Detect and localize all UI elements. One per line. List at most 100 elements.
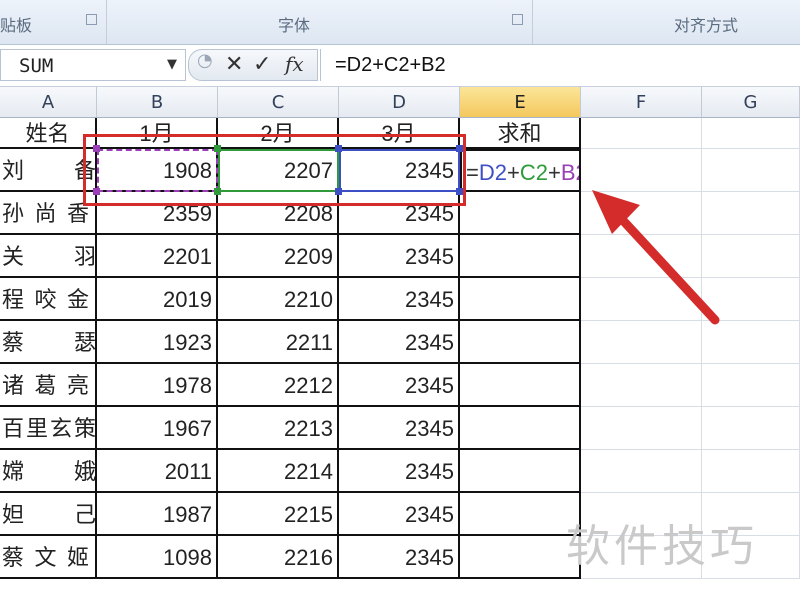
cell-value[interactable]: 2345 — [339, 493, 460, 536]
cell-value[interactable]: 1978 — [97, 364, 218, 407]
cancel-icon[interactable]: ✕ — [225, 52, 243, 77]
watermark: 软件技巧 — [566, 521, 758, 572]
cell-value[interactable]: 2345 — [339, 536, 460, 579]
resize-handle-icon[interactable] — [214, 188, 221, 195]
formula-part: = — [466, 160, 479, 185]
cell-sum[interactable] — [460, 364, 581, 407]
cell-value[interactable]: 2213 — [218, 407, 339, 450]
cell-header-jan[interactable]: 1月 — [97, 118, 218, 149]
cell-empty[interactable] — [581, 407, 702, 450]
cell-value[interactable]: 2214 — [218, 450, 339, 493]
cell-value[interactable]: 2201 — [97, 235, 218, 278]
resize-handle-icon[interactable] — [456, 145, 463, 152]
cell-name[interactable]: 百里玄策 — [0, 407, 97, 450]
cell-sum[interactable] — [460, 493, 581, 536]
cell-empty[interactable] — [702, 450, 800, 493]
cell-value[interactable]: 2210 — [218, 278, 339, 321]
cell-value[interactable]: 2216 — [218, 536, 339, 579]
resize-handle-icon[interactable] — [93, 188, 100, 195]
cell-empty[interactable] — [702, 192, 800, 235]
cell-value[interactable]: 2359 — [97, 192, 218, 235]
cell-empty[interactable] — [702, 278, 800, 321]
cell-value[interactable]: 2019 — [97, 278, 218, 321]
cell-empty[interactable] — [702, 149, 800, 192]
cell-value[interactable]: 1987 — [97, 493, 218, 536]
column-header-f[interactable]: F — [581, 87, 702, 118]
cell-value[interactable]: 2212 — [218, 364, 339, 407]
column-header-b[interactable]: B — [97, 87, 218, 118]
column-header-g[interactable]: G — [702, 87, 800, 118]
cell-empty[interactable] — [581, 118, 702, 149]
resize-handle-icon[interactable] — [456, 188, 463, 195]
cell-value[interactable]: 2345 — [339, 407, 460, 450]
cell-empty[interactable] — [702, 321, 800, 364]
cell-name[interactable]: 妲 己 — [0, 493, 97, 536]
resize-handle-icon[interactable] — [335, 145, 342, 152]
cell-name[interactable]: 蔡 瑟 — [0, 321, 97, 364]
cell-value[interactable]: 2345 — [339, 278, 460, 321]
cell-name[interactable]: 程咬金 — [0, 278, 97, 321]
name-box[interactable]: SUM ▼ — [0, 49, 186, 81]
cell-header-feb[interactable]: 2月 — [218, 118, 339, 149]
column-header-e[interactable]: E — [460, 87, 581, 118]
cell-empty[interactable] — [702, 235, 800, 278]
cell-empty[interactable] — [581, 235, 702, 278]
cell-value[interactable]: 2207 — [218, 149, 339, 192]
cell-value[interactable]: 2211 — [218, 321, 339, 364]
cell-sum[interactable] — [460, 321, 581, 364]
resize-handle-icon[interactable] — [335, 188, 342, 195]
cell-value[interactable]: 1098 — [97, 536, 218, 579]
cell-value[interactable]: 1923 — [97, 321, 218, 364]
cell-empty[interactable] — [581, 321, 702, 364]
cell-name[interactable]: 嫦 娥 — [0, 450, 97, 493]
cell-value[interactable]: 2345 — [339, 450, 460, 493]
formula-input[interactable] — [320, 49, 800, 81]
cell-value[interactable]: 2208 — [218, 192, 339, 235]
formula-tools: ◔ ✕ ✓ fx — [188, 49, 318, 81]
cell-name[interactable]: 刘 备 — [0, 149, 97, 192]
cell-header-name[interactable]: 姓名 — [0, 118, 97, 149]
cell-empty[interactable] — [581, 192, 702, 235]
cell-value[interactable]: 2345 — [339, 235, 460, 278]
cell-name[interactable]: 诸葛亮 — [0, 364, 97, 407]
dialog-launcher-icon[interactable] — [86, 14, 97, 25]
cell-name[interactable]: 孙尚香 — [0, 192, 97, 235]
formula-part: + — [506, 160, 520, 185]
column-header-c[interactable]: C — [218, 87, 339, 118]
cell-value[interactable]: 2011 — [97, 450, 218, 493]
enter-icon[interactable]: ✓ — [253, 52, 271, 77]
cell-value[interactable]: 2345 — [339, 192, 460, 235]
cell-sum[interactable] — [460, 235, 581, 278]
chevron-down-icon[interactable]: ▼ — [167, 57, 177, 72]
cell-value[interactable]: 2345 — [339, 364, 460, 407]
cell-sum[interactable] — [460, 407, 581, 450]
cell-sum[interactable] — [460, 192, 581, 235]
cell-name[interactable]: 关 羽 — [0, 235, 97, 278]
cell-name[interactable]: 蔡文姬 — [0, 536, 97, 579]
cell-value[interactable]: 2345 — [339, 149, 460, 192]
cell-value[interactable]: 1967 — [97, 407, 218, 450]
insert-function-icon[interactable]: fx — [285, 52, 304, 76]
cell-empty[interactable] — [581, 450, 702, 493]
cell-empty[interactable] — [702, 364, 800, 407]
cell-empty[interactable] — [581, 278, 702, 321]
cell-value[interactable]: 2215 — [218, 493, 339, 536]
cell-sum[interactable] — [460, 450, 581, 493]
cell-header-sum[interactable]: 求和 — [460, 118, 581, 149]
cell-sum[interactable]: =D2+C2+B2| — [460, 149, 581, 192]
cell-empty[interactable] — [581, 149, 702, 192]
cell-sum[interactable] — [460, 278, 581, 321]
column-header-a[interactable]: A — [0, 87, 97, 118]
cell-header-mar[interactable]: 3月 — [339, 118, 460, 149]
cell-empty[interactable] — [702, 407, 800, 450]
cell-value[interactable]: 2345 — [339, 321, 460, 364]
resize-handle-icon[interactable] — [214, 145, 221, 152]
cell-value[interactable]: 2209 — [218, 235, 339, 278]
cell-empty[interactable] — [702, 118, 800, 149]
column-header-d[interactable]: D — [339, 87, 460, 118]
cell-sum[interactable] — [460, 536, 581, 579]
cell-value[interactable]: 1908 — [97, 149, 218, 192]
resize-handle-icon[interactable] — [93, 145, 100, 152]
cell-empty[interactable] — [581, 364, 702, 407]
dialog-launcher-icon[interactable] — [512, 14, 523, 25]
